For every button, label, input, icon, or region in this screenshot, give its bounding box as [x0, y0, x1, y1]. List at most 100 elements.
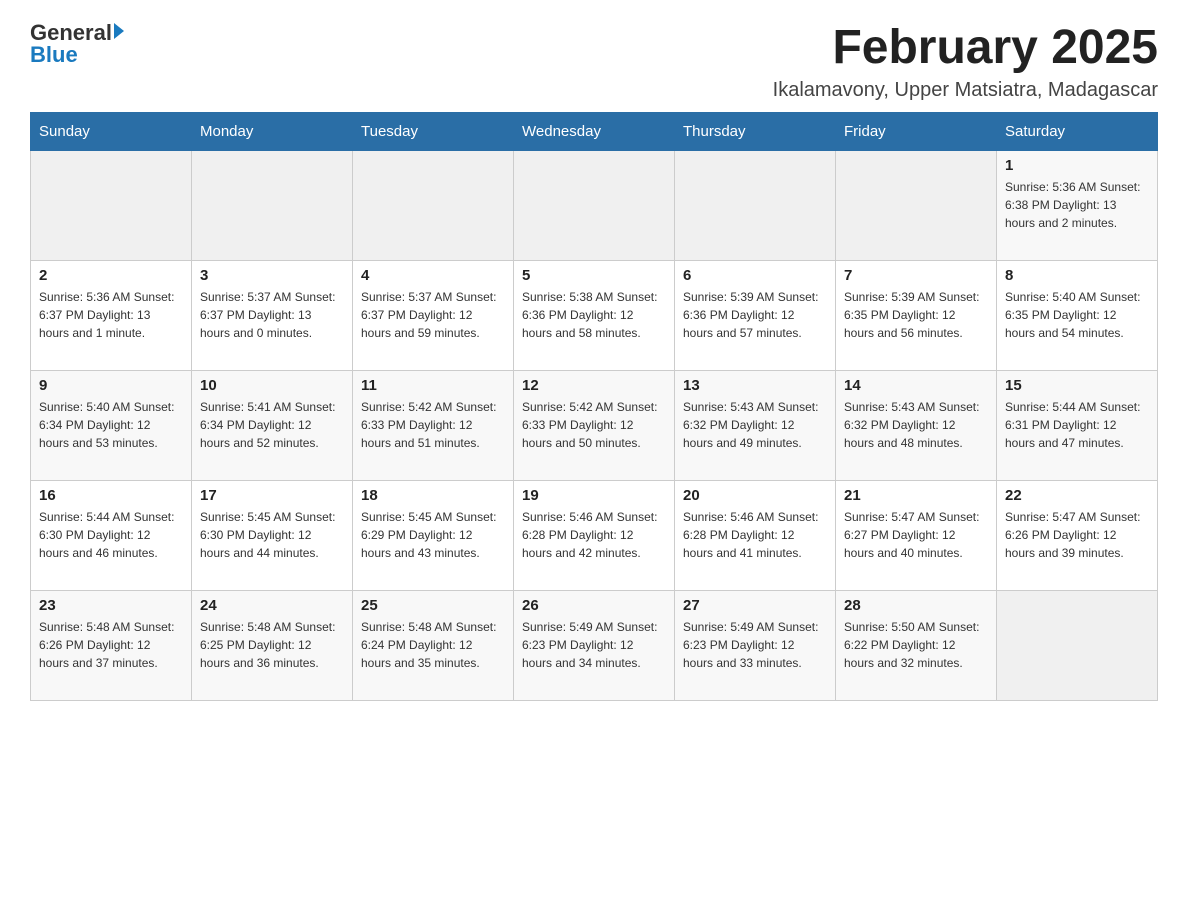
calendar-cell: 1Sunrise: 5:36 AM Sunset: 6:38 PM Daylig…: [997, 151, 1158, 261]
day-info: Sunrise: 5:50 AM Sunset: 6:22 PM Dayligh…: [844, 618, 988, 672]
day-number: 13: [683, 377, 827, 394]
calendar-cell: 23Sunrise: 5:48 AM Sunset: 6:26 PM Dayli…: [31, 591, 192, 701]
calendar-cell: 3 Sunrise: 5:37 AM Sunset: 6:37 PM Daylig…: [192, 261, 353, 371]
calendar-cell: 7 Sunrise: 5:39 AM Sunset: 6:35 PM Daylig…: [836, 261, 997, 371]
column-header-tuesday: Tuesday: [353, 113, 514, 151]
day-info: Sunrise: 5:38 AM Sunset: 6:36 PM Dayligh…: [522, 288, 666, 342]
calendar-cell: 13 Sunrise: 5:43 AM Sunset: 6:32 PM Dayli…: [675, 371, 836, 481]
location-subtitle: Ikalamavony, Upper Matsiatra, Madagascar: [773, 79, 1158, 102]
day-info: Sunrise: 5:37 AM Sunset: 6:37 PM Dayligh…: [200, 288, 344, 342]
column-header-monday: Monday: [192, 113, 353, 151]
calendar-cell: 21 Sunrise: 5:47 AM Sunset: 6:27 PM Dayli…: [836, 481, 997, 591]
calendar-cell: 20 Sunrise: 5:46 AM Sunset: 6:28 PM Dayli…: [675, 481, 836, 591]
day-number: 27: [683, 597, 827, 614]
calendar-cell: 9Sunrise: 5:40 AM Sunset: 6:34 PM Daylig…: [31, 371, 192, 481]
calendar-cell: 17 Sunrise: 5:45 AM Sunset: 6:30 PM Dayli…: [192, 481, 353, 591]
calendar-cell: 22 Sunrise: 5:47 AM Sunset: 6:26 PM Dayli…: [997, 481, 1158, 591]
day-info: Sunrise: 5:46 AM Sunset: 6:28 PM Dayligh…: [683, 508, 827, 562]
day-info: Sunrise: 5:37 AM Sunset: 6:37 PM Dayligh…: [361, 288, 505, 342]
day-info: Sunrise: 5:40 AM Sunset: 6:34 PM Dayligh…: [39, 398, 183, 452]
day-number: 3: [200, 267, 344, 284]
day-info: Sunrise: 5:48 AM Sunset: 6:26 PM Dayligh…: [39, 618, 183, 672]
day-info: Sunrise: 5:41 AM Sunset: 6:34 PM Dayligh…: [200, 398, 344, 452]
day-number: 28: [844, 597, 988, 614]
column-header-wednesday: Wednesday: [514, 113, 675, 151]
day-number: 8: [1005, 267, 1149, 284]
calendar-week-4: 16 Sunrise: 5:44 AM Sunset: 6:30 PM Dayli…: [31, 481, 1158, 591]
day-number: 10: [200, 377, 344, 394]
day-number: 20: [683, 487, 827, 504]
day-number: 26: [522, 597, 666, 614]
day-info: Sunrise: 5:43 AM Sunset: 6:32 PM Dayligh…: [844, 398, 988, 452]
calendar-cell: [675, 151, 836, 261]
day-info: Sunrise: 5:47 AM Sunset: 6:27 PM Dayligh…: [844, 508, 988, 562]
column-header-friday: Friday: [836, 113, 997, 151]
day-info: Sunrise: 5:42 AM Sunset: 6:33 PM Dayligh…: [361, 398, 505, 452]
day-number: 19: [522, 487, 666, 504]
day-number: 15: [1005, 377, 1149, 394]
day-info: Sunrise: 5:40 AM Sunset: 6:35 PM Dayligh…: [1005, 288, 1149, 342]
calendar-table: SundayMondayTuesdayWednesdayThursdayFrid…: [30, 112, 1158, 701]
day-number: 18: [361, 487, 505, 504]
calendar-cell: 16 Sunrise: 5:44 AM Sunset: 6:30 PM Dayli…: [31, 481, 192, 591]
calendar-cell: 27 Sunrise: 5:49 AM Sunset: 6:23 PM Dayli…: [675, 591, 836, 701]
day-number: 7: [844, 267, 988, 284]
calendar-cell: [836, 151, 997, 261]
calendar-cell: 28 Sunrise: 5:50 AM Sunset: 6:22 PM Dayli…: [836, 591, 997, 701]
page-header: General Blue February 2025 Ikalamavony, …: [30, 20, 1158, 102]
day-number: 25: [361, 597, 505, 614]
day-number: 11: [361, 377, 505, 394]
day-info: Sunrise: 5:45 AM Sunset: 6:30 PM Dayligh…: [200, 508, 344, 562]
calendar-cell: 24 Sunrise: 5:48 AM Sunset: 6:25 PM Dayli…: [192, 591, 353, 701]
calendar-cell: 15 Sunrise: 5:44 AM Sunset: 6:31 PM Dayli…: [997, 371, 1158, 481]
logo-arrow-icon: [114, 23, 124, 39]
logo: General Blue: [30, 20, 124, 68]
title-area: February 2025 Ikalamavony, Upper Matsiat…: [773, 20, 1158, 102]
day-info: Sunrise: 5:36 AM Sunset: 6:38 PM Dayligh…: [1005, 178, 1149, 232]
day-number: 6: [683, 267, 827, 284]
calendar-cell: 19 Sunrise: 5:46 AM Sunset: 6:28 PM Dayli…: [514, 481, 675, 591]
calendar-cell: 18 Sunrise: 5:45 AM Sunset: 6:29 PM Dayli…: [353, 481, 514, 591]
logo-blue-text: Blue: [30, 42, 78, 68]
day-number: 14: [844, 377, 988, 394]
calendar-cell: [997, 591, 1158, 701]
column-header-saturday: Saturday: [997, 113, 1158, 151]
calendar-cell: 4 Sunrise: 5:37 AM Sunset: 6:37 PM Daylig…: [353, 261, 514, 371]
day-number: 12: [522, 377, 666, 394]
day-info: Sunrise: 5:46 AM Sunset: 6:28 PM Dayligh…: [522, 508, 666, 562]
day-number: 4: [361, 267, 505, 284]
calendar-cell: 26 Sunrise: 5:49 AM Sunset: 6:23 PM Dayli…: [514, 591, 675, 701]
calendar-cell: 25Sunrise: 5:48 AM Sunset: 6:24 PM Dayli…: [353, 591, 514, 701]
day-info: Sunrise: 5:44 AM Sunset: 6:30 PM Dayligh…: [39, 508, 183, 562]
day-number: 21: [844, 487, 988, 504]
day-number: 5: [522, 267, 666, 284]
day-info: Sunrise: 5:39 AM Sunset: 6:35 PM Dayligh…: [844, 288, 988, 342]
calendar-cell: [192, 151, 353, 261]
day-info: Sunrise: 5:36 AM Sunset: 6:37 PM Dayligh…: [39, 288, 183, 342]
day-info: Sunrise: 5:49 AM Sunset: 6:23 PM Dayligh…: [522, 618, 666, 672]
day-info: Sunrise: 5:42 AM Sunset: 6:33 PM Dayligh…: [522, 398, 666, 452]
day-info: Sunrise: 5:45 AM Sunset: 6:29 PM Dayligh…: [361, 508, 505, 562]
day-info: Sunrise: 5:49 AM Sunset: 6:23 PM Dayligh…: [683, 618, 827, 672]
calendar-week-3: 9Sunrise: 5:40 AM Sunset: 6:34 PM Daylig…: [31, 371, 1158, 481]
day-number: 24: [200, 597, 344, 614]
calendar-cell: [353, 151, 514, 261]
calendar-cell: 11 Sunrise: 5:42 AM Sunset: 6:33 PM Dayli…: [353, 371, 514, 481]
day-number: 17: [200, 487, 344, 504]
day-info: Sunrise: 5:39 AM Sunset: 6:36 PM Dayligh…: [683, 288, 827, 342]
day-number: 22: [1005, 487, 1149, 504]
day-info: Sunrise: 5:47 AM Sunset: 6:26 PM Dayligh…: [1005, 508, 1149, 562]
day-info: Sunrise: 5:44 AM Sunset: 6:31 PM Dayligh…: [1005, 398, 1149, 452]
day-number: 16: [39, 487, 183, 504]
column-header-sunday: Sunday: [31, 113, 192, 151]
calendar-cell: 10 Sunrise: 5:41 AM Sunset: 6:34 PM Dayli…: [192, 371, 353, 481]
calendar-week-5: 23Sunrise: 5:48 AM Sunset: 6:26 PM Dayli…: [31, 591, 1158, 701]
day-info: Sunrise: 5:43 AM Sunset: 6:32 PM Dayligh…: [683, 398, 827, 452]
calendar-cell: 14 Sunrise: 5:43 AM Sunset: 6:32 PM Dayli…: [836, 371, 997, 481]
day-info: Sunrise: 5:48 AM Sunset: 6:25 PM Dayligh…: [200, 618, 344, 672]
calendar-cell: 5 Sunrise: 5:38 AM Sunset: 6:36 PM Daylig…: [514, 261, 675, 371]
column-header-thursday: Thursday: [675, 113, 836, 151]
calendar-week-2: 2 Sunrise: 5:36 AM Sunset: 6:37 PM Daylig…: [31, 261, 1158, 371]
day-number: 2: [39, 267, 183, 284]
calendar-cell: 2 Sunrise: 5:36 AM Sunset: 6:37 PM Daylig…: [31, 261, 192, 371]
